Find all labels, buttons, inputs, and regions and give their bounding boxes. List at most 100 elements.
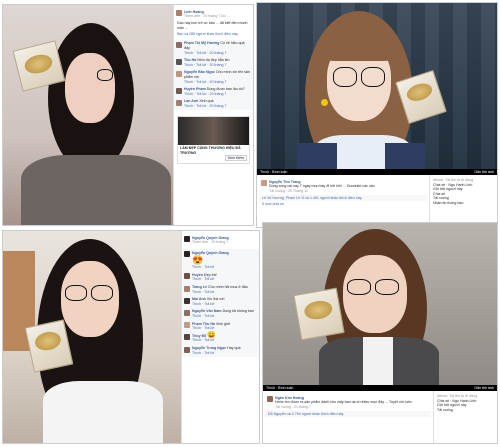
comment-text: Xinh quá [199,99,214,104]
comment-actions[interactable]: Thích · Trả lời [192,277,257,282]
avatar[interactable] [184,285,190,292]
glasses-icon [333,67,357,87]
avatar[interactable] [184,251,190,258]
comment-actions[interactable]: Thích · Trả lời · 20 tháng 7 [184,104,251,109]
comment-author[interactable]: Lan Anh [184,99,198,103]
avatar[interactable] [261,180,267,186]
comment-author[interactable]: Phạm Thị Mỹ Hương [184,41,219,45]
comment-item: Nguyễn Quỳnh Giang 😍 Thích · Trả lời [182,249,259,271]
comment-actions[interactable]: Thích · Trả lời [192,314,257,319]
face-shape [65,53,115,123]
post-text: Hehe tìm được ra sản phẩm dành cho mấy b… [275,400,412,405]
avatar[interactable] [176,87,182,94]
box-label-icon [404,80,435,104]
comment-author[interactable]: Nguyễn Quỳnh Giang [192,251,229,255]
comment-item: Nguyễn Văn Nam Dùng tốt không bạn Thích ·… [182,308,259,320]
avatar[interactable] [184,309,190,316]
glasses-icon [97,69,113,81]
comment-actions[interactable]: Thích · Trả lời · 20 tháng 7 [184,63,251,68]
avatar[interactable] [267,396,273,402]
comment-author[interactable]: Nguyễn Bảo Ngọc [184,70,215,74]
comment-text: Dùng được bao lâu rồi? [206,87,245,92]
comment-author[interactable]: Huyền [192,273,203,277]
comment-actions[interactable]: Thích · Trả lời · 20 tháng 7 [184,80,251,85]
comment-actions[interactable]: Thích · Trả lời [192,326,257,331]
comment-author[interactable]: Mai Anh [192,297,206,301]
glasses-icon [361,67,385,87]
glasses-icon [347,279,371,295]
sweater-shape [21,155,171,225]
comment-author[interactable]: Nguyễn Trung Ngọc [192,346,226,350]
comment-author[interactable]: Trang Lê [192,285,207,289]
shirt-shape [43,381,163,443]
comment-pane-1: Linh Hoàng Thêm ảnh · 20 tháng 7 lúc ...… [173,5,253,225]
comment-actions[interactable]: Thích · Trả lời [192,302,257,307]
glasses-icon [65,285,87,301]
glasses-icon [91,285,113,301]
post-photo-1[interactable] [3,5,173,225]
post-meta: Tải xuống · 21 tháng 7 [275,404,311,409]
post-panel-1: Linh Hoàng Thêm ảnh · 20 tháng 7 lúc ...… [2,4,254,226]
post-panel-4: Thích · Bình luận Gắn thẻ ảnh Ngân Kim H… [262,222,498,444]
side-pane-2: Album: Tải lên từ di động Chia sẻ · Ngu … [429,175,497,227]
post-photo-4[interactable]: Thích · Bình luận Gắn thẻ ảnh [263,223,497,391]
heart-eyes-emoji-icon: 😍 [192,255,204,266]
comment-actions[interactable]: Thích · Trả lời [192,338,257,343]
comment-actions[interactable]: Thích · Trả lời [192,290,257,295]
avatar[interactable] [184,334,190,341]
photo-actions[interactable]: Thích · Bình luận [260,170,287,174]
side-option[interactable]: Tải xuống [437,408,494,413]
post-meta: Thêm ảnh · 20 tháng 7 [192,240,229,245]
avatar[interactable] [184,273,190,280]
comment-text: Xinh ghê [215,321,231,326]
comment-item: Nguyễn Trung Ngọc Hay quá Thích · Trả lời [182,345,259,357]
avatar[interactable] [176,10,182,16]
photo-actions[interactable]: Thích · Bình luận [266,386,293,390]
comment-pane-3: Nguyễn Quỳnh Giang Thêm ảnh · 20 tháng 7… [181,231,259,443]
avatar[interactable] [176,41,182,48]
comment-item: Lan Anh Xinh quá Thích · Trả lời · 20 thá… [174,98,253,110]
post-photo-2[interactable]: Thích · Bình luận Gắn thẻ ảnh [257,3,497,175]
like-summary[interactable]: Đỗ Nguyễn và 2.764 người khác thích điều… [265,410,431,418]
avatar[interactable] [176,58,182,65]
post-text: Dạo này bọn trẻ cứ bảo ... đã biết đến m… [177,21,248,30]
comment-actions[interactable]: Thích · Trả lời [192,265,257,270]
ad-card[interactable]: LÀM ĐẸP CÙNG THƯƠNG HIỆU ĐÃ TRƯỜNG Xem t… [177,116,250,164]
comment-author[interactable]: Phạm Thu Hà [192,322,215,326]
post-author[interactable]: Ngân Kim Hoàng [275,396,304,400]
avatar[interactable] [184,322,190,329]
comment-item: Huyền Phạm Dùng được bao lâu rồi? Thích ·… [174,86,253,98]
like-summary[interactable]: Lê Vũ Hương, Phạm Lê Vi và 1.451 người k… [259,194,427,202]
avatar[interactable] [184,346,190,353]
shirt-shape [363,337,393,391]
avatar[interactable] [176,70,182,77]
comment-author[interactable]: Nguyễn Văn Nam [192,309,222,313]
comment-actions[interactable]: Thích · Trả lời · 20 tháng 7 [184,92,251,97]
comment-author[interactable]: Thu Hà [184,58,196,62]
comment-item: Thu Hà Nhìn da đẹp hẳn lên Thích · Trả lờ… [174,57,253,69]
like-summary[interactable]: Bạn và 286 người khác thích điều này. [174,31,253,38]
comment-author[interactable]: Thủy Đỗ [192,334,206,338]
comment-text: Đẹp thế [203,272,217,277]
post-panel-3: Nguyễn Quỳnh Giang Thêm ảnh · 20 tháng 7… [2,230,260,444]
ad-button[interactable]: Xem thêm [224,155,247,162]
comment-actions[interactable]: Thích · Trả lời [192,351,257,356]
comment-text: Hay quá [227,346,241,350]
glasses-icon [375,279,399,295]
avatar[interactable] [184,297,190,304]
comment-list: Phạm Thị Mỹ Hương Có vẻ hiệu quả đấy Thíc… [174,39,253,111]
avatar[interactable] [184,236,190,242]
comment-item: Mai Anh Xin link với Thích · Trả lời [182,296,259,308]
comment-item: Huyền Đẹp thế Thích · Trả lời [182,271,259,283]
comment-actions[interactable]: Thích · Trả lời · 20 tháng 7 [184,51,251,56]
avatar[interactable] [176,99,182,106]
post-author[interactable]: Nguyễn Thu Trang [269,180,301,184]
share-count[interactable]: 5 lượt chia sẻ [259,201,427,208]
comment-item: Thủy Đỗ 😄 Thích · Trả lời [182,332,259,344]
bangs-shape [319,27,399,61]
post-photo-3[interactable] [3,231,181,443]
side-option[interactable]: Nhận tin thông báo [433,201,494,206]
comment-author[interactable]: Huyền Phạm [184,87,206,91]
post-meta: Tải xuống · 25 Tháng 11 [269,188,308,193]
product-box-4 [293,287,345,341]
